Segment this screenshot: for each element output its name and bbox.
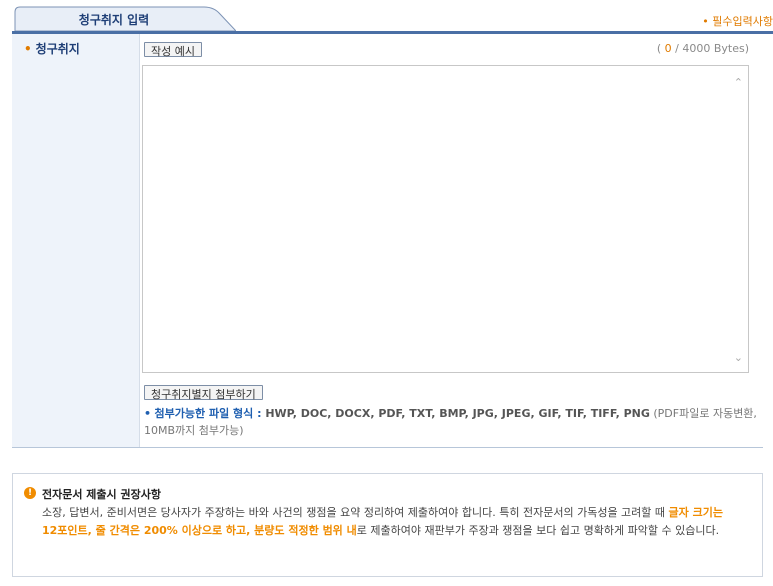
info-bullet: • — [144, 407, 152, 420]
required-bullet: • — [24, 42, 32, 56]
notice-body-2: 로 제출하여야 재판부가 주장과 쟁점을 보다 쉽고 명확하게 파악할 수 있습… — [356, 524, 720, 537]
file-format-label: 첨부가능한 파일 형식 : — [154, 407, 266, 420]
attach-file-button[interactable]: 청구취지별지 첨부하기 — [144, 385, 263, 401]
file-format-list: HWP, DOC, DOCX, PDF, TXT, BMP, JPG, JPEG… — [265, 407, 650, 420]
notice-body: 소장, 답변서, 준비서면은 당사자가 주장하는 바와 사건의 쟁점을 요약 정… — [42, 504, 742, 540]
chevron-up-icon[interactable]: ⌃ — [734, 76, 743, 89]
tab-header: 청구취지 입력 • 필수입력사항 — [12, 6, 773, 34]
tab-claim-purpose[interactable]: 청구취지 입력 — [14, 6, 236, 31]
field-label: • 청구취지 — [24, 40, 80, 57]
notice-body-1: 소장, 답변서, 준비서면은 당사자가 주장하는 바와 사건의 쟁점을 요약 정… — [42, 506, 669, 519]
example-button[interactable]: 작성 예시 — [144, 42, 202, 58]
field-label-text: 청구취지 — [35, 42, 80, 56]
form-row-claim-purpose: • 청구취지 작성 예시 ( 0 / 4000 Bytes) ⌃ ⌄ 청구취지별지… — [12, 34, 763, 448]
field-header: • 청구취지 — [12, 34, 140, 447]
required-note: • 필수입력사항 — [702, 15, 773, 28]
tab-label: 청구취지 입력 — [78, 13, 150, 27]
claim-purpose-textarea[interactable]: ⌃ ⌄ — [142, 65, 749, 373]
chevron-down-icon[interactable]: ⌄ — [734, 351, 743, 364]
file-format-info: • 첨부가능한 파일 형식 : HWP, DOC, DOCX, PDF, TXT… — [144, 405, 759, 439]
recommendation-notice: ! 전자문서 제출시 권장사항 소장, 답변서, 준비서면은 당사자가 주장하는… — [12, 473, 763, 577]
alert-icon: ! — [24, 487, 36, 499]
byte-count-open: ( — [656, 42, 665, 55]
byte-count-max: / 4000 Bytes) — [671, 42, 749, 55]
notice-title: 전자문서 제출시 권장사항 — [42, 488, 161, 501]
field-body: 작성 예시 ( 0 / 4000 Bytes) ⌃ ⌄ 청구취지별지 첨부하기 … — [140, 34, 763, 447]
byte-count-current: 0 — [664, 42, 672, 55]
byte-counter: ( 0 / 4000 Bytes) — [657, 42, 749, 55]
